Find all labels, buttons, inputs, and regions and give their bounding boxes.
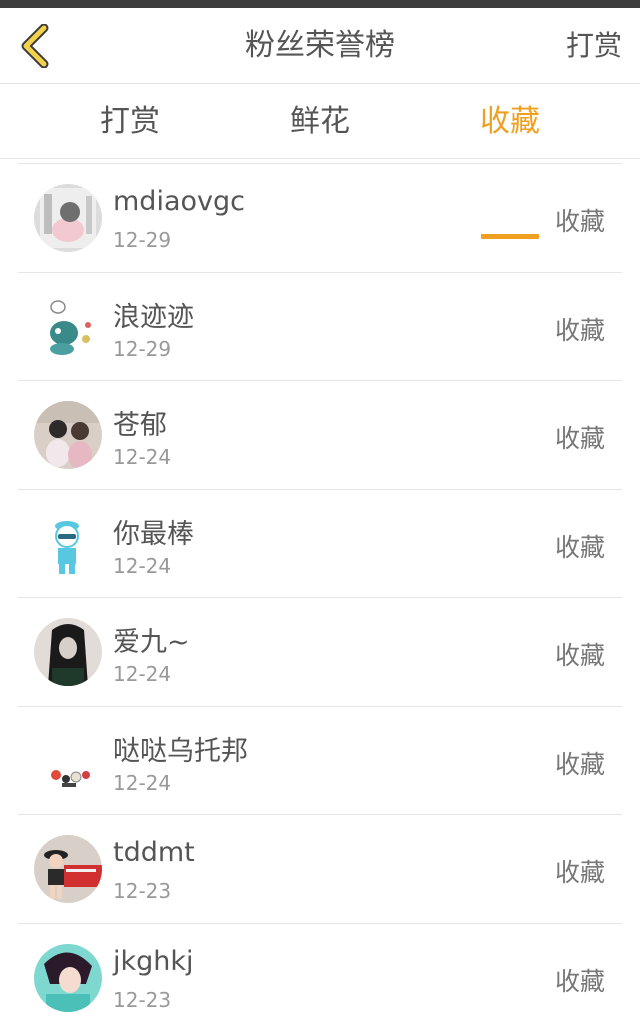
- user-name: tddmt: [113, 837, 195, 868]
- item-date: 12-24: [113, 662, 172, 686]
- avatar: [34, 726, 102, 795]
- item-date: 12-24: [113, 553, 172, 578]
- avatar: [34, 943, 102, 1012]
- user-name: mdiaovgc: [113, 186, 245, 217]
- item-type-label: 收藏: [554, 641, 605, 670]
- tab-flowers[interactable]: 鲜花: [280, 85, 360, 159]
- tab-reward[interactable]: 打赏: [90, 85, 170, 159]
- item-type-label: 收藏: [554, 207, 605, 236]
- page-title: 粉丝荣誉榜: [245, 28, 395, 63]
- avatar: [34, 184, 102, 252]
- item-date: 12-29: [113, 228, 172, 252]
- avatar: [34, 401, 102, 469]
- avatar: [34, 292, 102, 361]
- item-type-label: 收藏: [554, 966, 605, 996]
- list-item[interactable]: 你最棒 12-24 收藏: [18, 490, 622, 598]
- avatar: [34, 509, 102, 578]
- nav-header: 粉丝荣誉榜 打赏: [0, 8, 640, 84]
- status-bar: [0, 0, 640, 8]
- reward-button[interactable]: 打赏: [566, 8, 622, 84]
- item-type-label: 收藏: [554, 749, 605, 779]
- item-date: 12-23: [113, 987, 172, 1012]
- item-date: 12-23: [113, 879, 172, 903]
- item-type-label: 收藏: [554, 532, 605, 562]
- avatar: [34, 618, 102, 686]
- list-item[interactable]: jkghkj 12-23 收藏: [18, 924, 622, 1016]
- item-date: 12-24: [113, 445, 172, 469]
- item-type-label: 收藏: [554, 424, 605, 453]
- list-item[interactable]: 哒哒乌托邦 12-24 收藏: [18, 707, 622, 815]
- tab-favorites[interactable]: 收藏: [475, 85, 545, 159]
- list-item[interactable]: tddmt 12-23 收藏: [18, 815, 622, 924]
- item-type-label: 收藏: [554, 315, 605, 345]
- list-item[interactable]: 浪迹迹 12-29 收藏: [18, 273, 622, 381]
- item-date: 12-24: [113, 770, 172, 795]
- user-name: 爱九~: [113, 627, 190, 658]
- user-name: jkghkj: [113, 945, 194, 977]
- avatar: [34, 835, 102, 903]
- user-name: 哒哒乌托邦: [113, 735, 248, 767]
- list-item[interactable]: 苍郁 12-24 收藏: [18, 381, 622, 490]
- fan-list: mdiaovgc 12-29 收藏 浪迹迹 12-29 收藏 苍郁 12-24 …: [18, 163, 622, 1016]
- list-item[interactable]: 爱九~ 12-24 收藏: [18, 598, 622, 707]
- tab-bar: 打赏 鲜花 收藏: [0, 85, 640, 239]
- item-date: 12-29: [113, 336, 172, 361]
- user-name: 浪迹迹: [113, 301, 194, 333]
- user-name: 苍郁: [113, 410, 167, 441]
- user-name: 你最棒: [113, 518, 194, 550]
- back-button[interactable]: [10, 18, 60, 74]
- list-item[interactable]: mdiaovgc 12-29 收藏: [18, 164, 622, 273]
- chevron-left-icon: [21, 24, 49, 68]
- item-type-label: 收藏: [554, 858, 605, 887]
